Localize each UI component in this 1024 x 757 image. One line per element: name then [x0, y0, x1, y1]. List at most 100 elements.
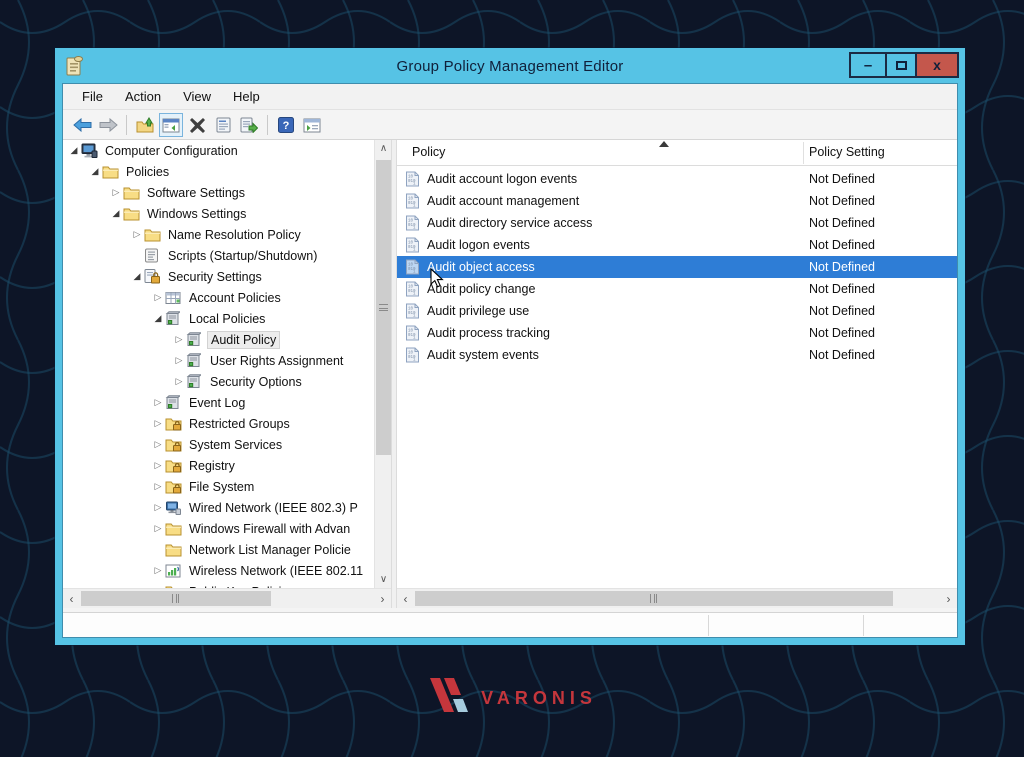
policy-setting-value: Not Defined [809, 304, 876, 318]
tree-item-local-policies[interactable]: ◢ Local Policies [63, 308, 374, 329]
policy-row-audit-privilege-use[interactable]: 10 010 1 Audit privilege use Not Defined [397, 300, 957, 322]
policy-setting-value: Not Defined [809, 172, 876, 186]
scroll-left-icon[interactable]: ‹ [397, 589, 414, 608]
scroll-left-icon[interactable]: ‹ [63, 589, 80, 608]
expand-icon[interactable]: ▷ [151, 502, 165, 513]
expand-icon[interactable]: ▷ [151, 565, 165, 576]
column-header-policy-setting[interactable]: Policy Setting [809, 145, 885, 159]
policy-row-audit-object-access[interactable]: 10 010 1 Audit object access Not Defined [397, 256, 957, 278]
tree-item-wired-network-ieee-802-3-p[interactable]: ▷ Wired Network (IEEE 802.3) P [63, 497, 374, 518]
scroll-up-icon[interactable]: ∧ [375, 140, 392, 157]
policy-row-audit-system-events[interactable]: 10 010 1 Audit system events Not Defined [397, 344, 957, 366]
back-icon[interactable] [70, 113, 94, 137]
folder-lock-icon [165, 479, 182, 495]
tree-item-event-log[interactable]: ▷ Event Log [63, 392, 374, 413]
up-one-level-icon[interactable] [133, 113, 157, 137]
policy-row-audit-policy-change[interactable]: 10 010 1 Audit policy change Not Defined [397, 278, 957, 300]
svg-text:?: ? [283, 120, 290, 132]
folder-icon [165, 521, 182, 537]
collapse-icon[interactable]: ◢ [67, 145, 81, 156]
expand-icon[interactable]: ▷ [151, 481, 165, 492]
tree-item-system-services[interactable]: ▷ System Services [63, 434, 374, 455]
menu-help[interactable]: Help [222, 86, 271, 107]
collapse-icon[interactable]: ◢ [130, 271, 144, 282]
tree-item-restricted-groups[interactable]: ▷ Restricted Groups [63, 413, 374, 434]
policy-name: Audit directory service access [427, 216, 593, 230]
svg-text:10: 10 [408, 198, 414, 202]
expand-icon[interactable]: ▷ [172, 376, 186, 387]
tree-item-windows-firewall-with-advan[interactable]: ▷ Windows Firewall with Advan [63, 518, 374, 539]
policy-row-audit-account-logon-events[interactable]: 10 010 1 Audit account logon events Not Defi… [397, 168, 957, 190]
tree-hscroll-thumb[interactable] [81, 591, 271, 606]
expand-icon[interactable]: ▷ [130, 229, 144, 240]
column-header-policy[interactable]: Policy [412, 145, 445, 159]
minimize-button[interactable]: – [849, 52, 887, 78]
expand-icon[interactable]: ▷ [172, 355, 186, 366]
tree-item-security-options[interactable]: ▷ Security Options [63, 371, 374, 392]
expand-icon[interactable]: ▷ [151, 292, 165, 303]
tree-item-computer-configuration[interactable]: ◢ Computer Configuration [63, 140, 374, 161]
properties-icon[interactable] [211, 113, 235, 137]
expand-icon[interactable]: ▷ [151, 460, 165, 471]
tree-item-windows-settings[interactable]: ◢ Windows Settings [63, 203, 374, 224]
tree-horizontal-scrollbar[interactable]: ‹ › [63, 588, 391, 608]
policy-row-audit-directory-service-access[interactable]: 10 010 1 Audit directory service access Not … [397, 212, 957, 234]
policy-row-audit-process-tracking[interactable]: 10 010 1 Audit process tracking Not Defined [397, 322, 957, 344]
policy-document-icon: 10 010 1 [405, 171, 421, 187]
forward-icon[interactable] [96, 113, 120, 137]
menu-file[interactable]: File [71, 86, 114, 107]
expand-icon[interactable]: ▷ [151, 397, 165, 408]
maximize-icon [895, 60, 907, 70]
export-list-icon[interactable] [237, 113, 261, 137]
list-hscroll-thumb[interactable] [415, 591, 893, 606]
tree-item-public-key-policies[interactable]: Public Key Policies [63, 581, 374, 588]
tree-item-scripts-startup-shutdown[interactable]: Scripts (Startup/Shutdown) [63, 245, 374, 266]
delete-icon[interactable] [185, 113, 209, 137]
tree-item-audit-policy[interactable]: ▷ Audit Policy [63, 329, 374, 350]
maximize-button[interactable] [885, 52, 917, 78]
tree-item-label: Wired Network (IEEE 802.3) P [189, 500, 358, 515]
tree-item-user-rights-assignment[interactable]: ▷ User Rights Assignment [63, 350, 374, 371]
policy-document-icon: 10 010 1 [405, 347, 421, 363]
menu-action[interactable]: Action [114, 86, 172, 107]
collapse-icon[interactable]: ◢ [109, 208, 123, 219]
column-divider[interactable] [803, 142, 804, 164]
server-icon [186, 374, 203, 390]
scroll-right-icon[interactable]: › [374, 589, 391, 608]
policy-row-audit-logon-events[interactable]: 10 010 1 Audit logon events Not Defined [397, 234, 957, 256]
close-button[interactable]: x [915, 52, 959, 78]
tree-item-label: Account Policies [189, 290, 281, 305]
tree-vscroll-thumb[interactable] [376, 160, 391, 455]
tree-item-network-list-manager-policie[interactable]: Network List Manager Policie [63, 539, 374, 560]
tree-vertical-scrollbar[interactable]: ∧ ∨ [374, 140, 391, 588]
scroll-down-icon[interactable]: ∨ [375, 571, 392, 588]
expand-icon[interactable]: ▷ [172, 334, 186, 345]
wireless-icon [165, 563, 182, 579]
help-icon[interactable]: ? [274, 113, 298, 137]
server-icon [186, 353, 203, 369]
folder-icon [102, 164, 119, 180]
expand-icon[interactable]: ▷ [151, 439, 165, 450]
tree-item-wireless-network-ieee-802-11[interactable]: ▷ Wireless Network (IEEE 802.11 [63, 560, 374, 581]
show-console-tree-icon[interactable] [159, 113, 183, 137]
tree-item-security-settings[interactable]: ◢ Security Settings [63, 266, 374, 287]
tree-item-file-system[interactable]: ▷ File System [63, 476, 374, 497]
tree-item-registry[interactable]: ▷ Registry [63, 455, 374, 476]
scroll-right-icon[interactable]: › [940, 589, 957, 608]
collapse-icon[interactable]: ◢ [88, 166, 102, 177]
varonis-brand: VARONIS [0, 678, 1024, 712]
menu-view[interactable]: View [172, 86, 222, 107]
expand-icon[interactable]: ▷ [109, 187, 123, 198]
expand-icon[interactable]: ▷ [151, 523, 165, 534]
tree-item-software-settings[interactable]: ▷ Software Settings [63, 182, 374, 203]
list-horizontal-scrollbar[interactable]: ‹ › [397, 588, 957, 608]
expand-icon[interactable]: ▷ [151, 418, 165, 429]
new-window-icon[interactable] [300, 113, 324, 137]
tree-item-policies[interactable]: ◢ Policies [63, 161, 374, 182]
collapse-icon[interactable]: ◢ [151, 313, 165, 324]
titlebar[interactable]: Group Policy Management Editor – x [55, 48, 965, 84]
tree-item-account-policies[interactable]: ▷ Account Policies [63, 287, 374, 308]
policy-setting-value: Not Defined [809, 282, 876, 296]
policy-row-audit-account-management[interactable]: 10 010 1 Audit account management Not Define… [397, 190, 957, 212]
tree-item-name-resolution-policy[interactable]: ▷ Name Resolution Policy [63, 224, 374, 245]
